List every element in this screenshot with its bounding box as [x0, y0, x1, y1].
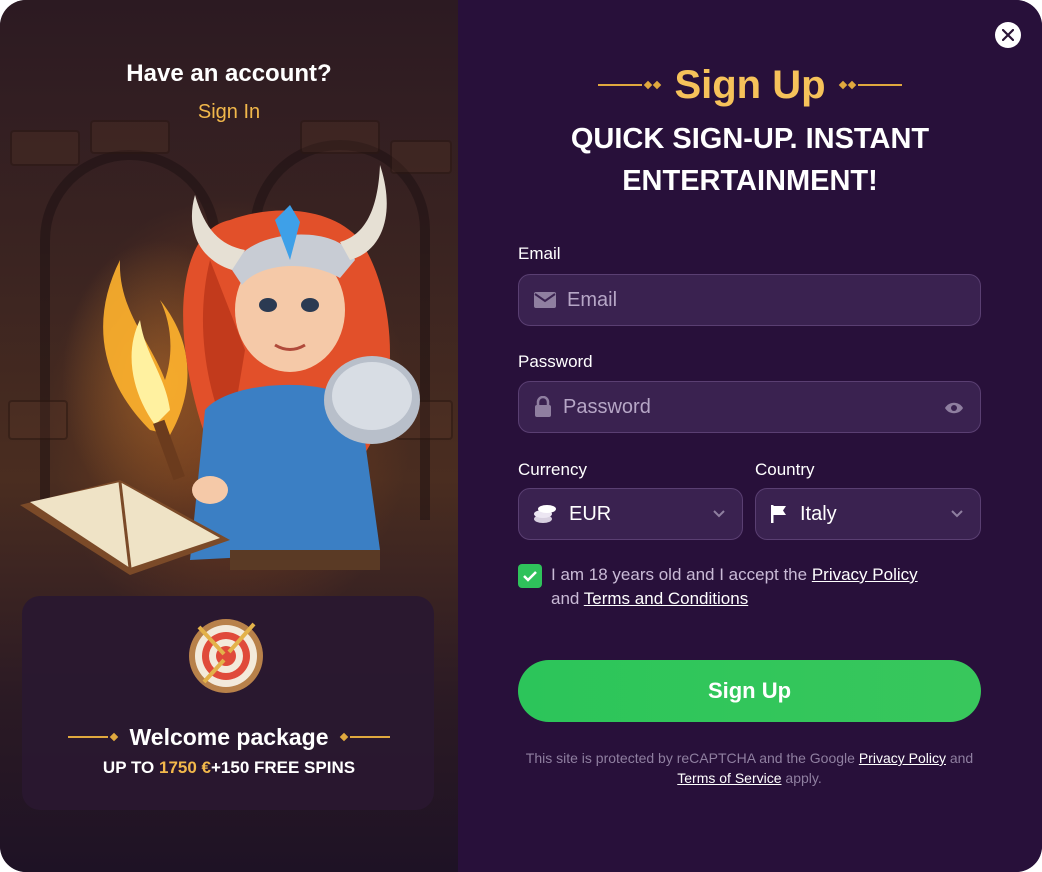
signup-title: Sign Up	[674, 62, 826, 107]
welcome-package-title-row: Welcome package	[0, 722, 458, 752]
envelope-icon	[534, 292, 556, 308]
signup-modal: Have an account? Sign In Welcome package…	[0, 0, 1042, 872]
chevron-down-icon	[713, 510, 725, 518]
sign-up-button[interactable]: Sign Up	[518, 660, 981, 722]
offer-amount: 1750 €	[158, 758, 211, 777]
have-account-heading: Have an account?	[126, 60, 332, 87]
recaptcha-text-before: This site is protected by reCAPTCHA and …	[525, 750, 859, 766]
offer-prefix: UP TO	[102, 758, 159, 777]
eye-icon[interactable]	[944, 401, 964, 415]
flag-icon	[771, 505, 786, 523]
signup-title-row: Sign Up	[458, 60, 1042, 110]
age-consent-checkbox[interactable]	[518, 564, 542, 588]
country-label: Country	[755, 460, 815, 479]
close-icon	[1002, 29, 1014, 41]
recaptcha-text-after: apply.	[781, 770, 822, 786]
email-placeholder: Email	[567, 288, 618, 311]
country-select[interactable]: Italy	[755, 488, 981, 540]
welcome-package-title: Welcome package	[129, 723, 329, 750]
consent-text-before: I am 18 years old and I accept the	[551, 565, 812, 584]
background-brick	[300, 120, 380, 154]
lock-icon	[535, 396, 551, 417]
coins-icon	[534, 505, 556, 523]
right-divider-ornament	[339, 732, 390, 742]
checkmark-icon	[523, 571, 537, 582]
signup-subtitle: QUICK SIGN-UP. INSTANT ENTERTAINMENT!	[458, 118, 1042, 202]
currency-label: Currency	[518, 460, 587, 479]
password-label: Password	[518, 352, 593, 371]
consent-text-middle: and	[551, 589, 584, 608]
background-brick	[90, 120, 170, 154]
welcome-package-offer: UP TO 1750 €+150 FREE SPINS	[0, 758, 458, 778]
password-placeholder: Password	[563, 395, 651, 418]
recaptcha-notice: This site is protected by reCAPTCHA and …	[518, 748, 981, 788]
email-label: Email	[518, 244, 561, 263]
privacy-policy-link[interactable]: Privacy Policy	[812, 565, 918, 584]
left-divider-ornament	[598, 80, 662, 90]
terms-and-conditions-link[interactable]: Terms and Conditions	[584, 589, 748, 608]
recaptcha-text-middle: and	[945, 750, 974, 766]
age-consent-text: I am 18 years old and I accept the Priva…	[551, 563, 981, 611]
close-button[interactable]	[995, 22, 1021, 48]
offer-suffix: +150 FREE SPINS	[210, 758, 356, 777]
country-value: Italy	[800, 502, 837, 525]
promo-panel: Have an account? Sign In Welcome package…	[0, 0, 458, 872]
target-icon	[189, 619, 263, 693]
right-divider-ornament	[838, 80, 902, 90]
left-divider-ornament	[68, 732, 119, 742]
viking-girl-illustration	[20, 165, 420, 575]
email-field[interactable]: Email	[518, 274, 981, 326]
google-privacy-policy-link[interactable]: Privacy Policy	[859, 750, 946, 766]
subtitle-line-2: ENTERTAINMENT!	[622, 165, 878, 197]
currency-select[interactable]: EUR	[518, 488, 743, 540]
google-terms-of-service-link[interactable]: Terms of Service	[677, 770, 781, 786]
chevron-down-icon	[951, 510, 963, 518]
sign-in-link[interactable]: Sign In	[0, 101, 458, 124]
subtitle-line-1: QUICK SIGN-UP. INSTANT	[570, 123, 930, 155]
currency-value: EUR	[569, 502, 612, 525]
password-field[interactable]: Password	[518, 381, 981, 433]
